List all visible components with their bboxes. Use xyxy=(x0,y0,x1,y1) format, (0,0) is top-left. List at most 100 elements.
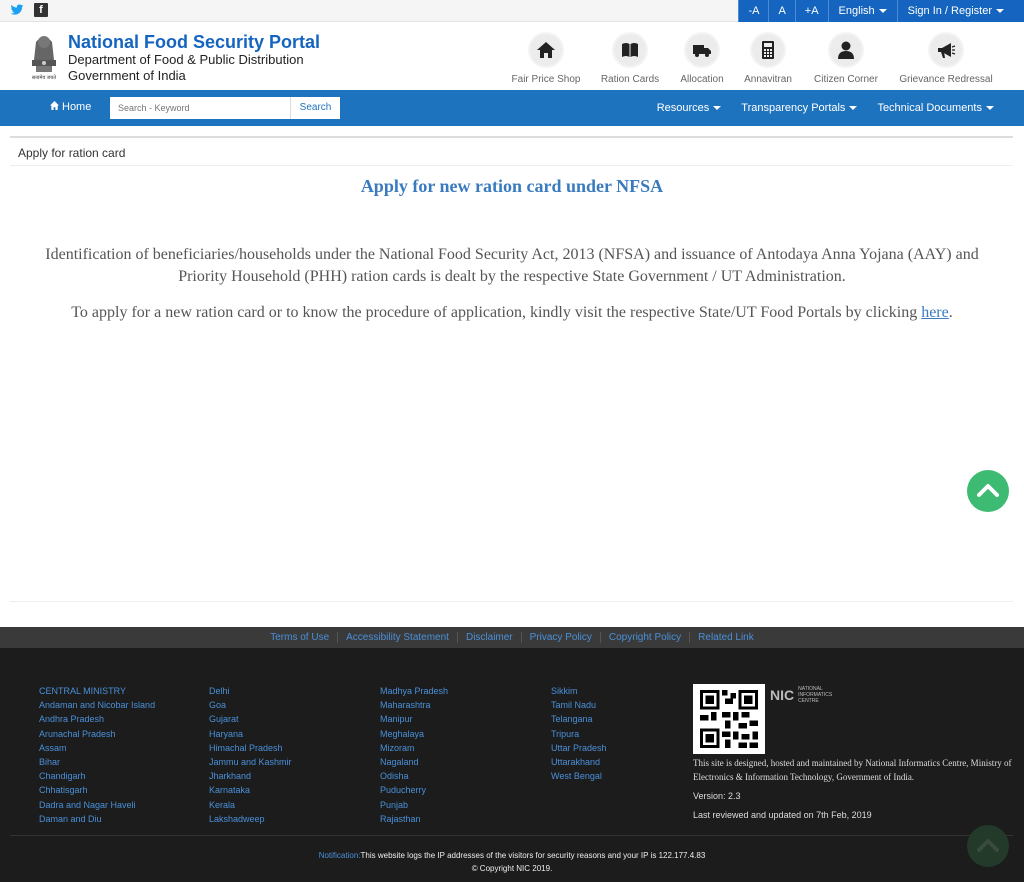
font-increase-button[interactable]: +A xyxy=(794,0,828,22)
state-link[interactable]: Tripura xyxy=(551,727,607,741)
ration-cards-link[interactable]: Ration Cards xyxy=(600,32,660,85)
state-link[interactable]: Nagaland xyxy=(380,755,448,769)
brand[interactable]: National Food Security Portal Department… xyxy=(68,32,320,84)
apply-text: To apply for a new ration card or to kno… xyxy=(71,304,918,321)
scroll-top-button[interactable] xyxy=(967,470,1009,512)
transparency-portals-menu[interactable]: Transparency Portals xyxy=(741,102,858,114)
breadcrumb: Apply for ration card xyxy=(10,140,1013,166)
fair-price-shop-link[interactable]: Fair Price Shop xyxy=(511,32,581,85)
state-link[interactable]: Daman and Diu xyxy=(39,812,155,826)
designed-by-text: This site is designed, hosted and mainta… xyxy=(693,758,1012,782)
state-link[interactable]: Rajasthan xyxy=(380,812,448,826)
signin-dropdown[interactable]: Sign In / Register xyxy=(896,0,1024,22)
grievance-redressal-label: Grievance Redressal xyxy=(899,74,993,85)
state-link[interactable]: Gujarat xyxy=(209,712,292,726)
state-link[interactable]: Punjab xyxy=(380,798,448,812)
ration-cards-label: Ration Cards xyxy=(600,74,660,85)
copyright-link[interactable]: Copyright Policy xyxy=(601,632,691,643)
resources-menu[interactable]: Resources xyxy=(657,102,722,114)
accessibility-link[interactable]: Accessibility Statement xyxy=(338,632,458,643)
state-link[interactable]: Maharashtra xyxy=(380,698,448,712)
divider xyxy=(10,835,1013,836)
top-strip: f -A A +A English Sign In / Register xyxy=(0,0,1024,22)
state-link[interactable]: Andaman and Nicobar Island xyxy=(39,698,155,712)
signin-label: Sign In / Register xyxy=(907,5,992,17)
state-link[interactable]: Telangana xyxy=(551,712,607,726)
state-link[interactable]: Meghalaya xyxy=(380,727,448,741)
state-links-col2: Delhi Goa Gujarat Haryana Himachal Prade… xyxy=(209,684,292,826)
state-link[interactable]: Karnataka xyxy=(209,783,292,797)
state-link[interactable]: Puducherry xyxy=(380,783,448,797)
facebook-icon[interactable]: f xyxy=(34,3,48,17)
search-input[interactable] xyxy=(110,97,290,119)
allocation-link[interactable]: Allocation xyxy=(672,32,732,85)
user-icon xyxy=(838,41,854,59)
notification-label: Notification: xyxy=(318,851,361,860)
state-link[interactable]: Dadra and Nagar Haveli xyxy=(39,798,155,812)
book-icon xyxy=(622,43,638,57)
description-paragraph: Identification of beneficiaries/househol… xyxy=(45,246,979,285)
state-portals-link[interactable]: here xyxy=(921,304,949,321)
page-title: Apply for new ration card under NFSA xyxy=(360,176,664,196)
divider xyxy=(10,136,1013,138)
state-link[interactable]: Manipur xyxy=(380,712,448,726)
state-link[interactable]: Goa xyxy=(209,698,292,712)
font-normal-button[interactable]: A xyxy=(768,0,795,22)
state-link[interactable]: Lakshadweep xyxy=(209,812,292,826)
state-link[interactable]: Chhatisgarh xyxy=(39,783,155,797)
technical-documents-menu[interactable]: Technical Documents xyxy=(877,102,994,114)
state-link[interactable]: Madhya Pradesh xyxy=(380,684,448,698)
state-link[interactable]: Andhra Pradesh xyxy=(39,712,155,726)
privacy-link[interactable]: Privacy Policy xyxy=(522,632,601,643)
chevron-up-icon xyxy=(977,484,999,497)
state-link[interactable]: Assam xyxy=(39,741,155,755)
state-link[interactable]: Uttarakhand xyxy=(551,755,607,769)
disclaimer-link[interactable]: Disclaimer xyxy=(458,632,522,643)
qr-code xyxy=(693,684,765,754)
state-link[interactable]: Jharkhand xyxy=(209,769,292,783)
state-link[interactable]: West Bengal xyxy=(551,769,607,783)
state-link[interactable]: Bihar xyxy=(39,755,155,769)
notification-text: This website logs the IP addresses of th… xyxy=(360,851,706,860)
citizen-corner-link[interactable]: Citizen Corner xyxy=(806,32,886,85)
period: . xyxy=(948,304,953,321)
state-link[interactable]: Sikkim xyxy=(551,684,607,698)
nic-mark: NIC xyxy=(770,687,795,703)
search-button[interactable]: Search xyxy=(290,97,340,119)
state-link[interactable]: Uttar Pradesh xyxy=(551,741,607,755)
house-icon xyxy=(537,42,555,58)
scroll-top-button[interactable] xyxy=(967,825,1009,867)
state-link[interactable]: Arunachal Pradesh xyxy=(39,727,155,741)
state-link[interactable]: Kerala xyxy=(209,798,292,812)
emblem-icon[interactable]: सत्यमेव जयते xyxy=(26,28,62,84)
megaphone-icon xyxy=(938,43,956,58)
state-link[interactable]: Chandigarh xyxy=(39,769,155,783)
state-link[interactable]: Haryana xyxy=(209,727,292,741)
navbar: Home Search Resources Transparency Porta… xyxy=(0,90,1024,126)
last-updated-text: Last reviewed and updated on 7th Feb, 20… xyxy=(693,810,872,820)
government-name: Government of India xyxy=(68,68,186,83)
state-link[interactable]: Jammu and Kashmir xyxy=(209,755,292,769)
state-links-col4: Sikkim Tamil Nadu Telangana Tripura Utta… xyxy=(551,684,607,783)
state-links-col3: Madhya Pradesh Maharashtra Manipur Megha… xyxy=(380,684,448,826)
grievance-redressal-link[interactable]: Grievance Redressal xyxy=(896,32,996,85)
language-dropdown[interactable]: English xyxy=(827,0,897,22)
state-links-col1: CENTRAL MINISTRY Andaman and Nicobar Isl… xyxy=(39,684,155,826)
state-link[interactable]: Mizoram xyxy=(380,741,448,755)
font-decrease-button[interactable]: -A xyxy=(738,0,769,22)
state-link[interactable]: CENTRAL MINISTRY xyxy=(39,684,155,698)
terms-link[interactable]: Terms of Use xyxy=(262,632,339,643)
twitter-icon[interactable] xyxy=(10,3,24,17)
annavitran-label: Annavitran xyxy=(744,74,792,85)
header: सत्यमेव जयते National Food Security Port… xyxy=(0,22,1024,90)
footer: CENTRAL MINISTRY Andaman and Nicobar Isl… xyxy=(0,648,1024,882)
related-link[interactable]: Related Link xyxy=(690,632,762,643)
divider xyxy=(10,601,1013,602)
state-link[interactable]: Himachal Pradesh xyxy=(209,741,292,755)
state-link[interactable]: Tamil Nadu xyxy=(551,698,607,712)
state-link[interactable]: Odisha xyxy=(380,769,448,783)
state-link[interactable]: Delhi xyxy=(209,684,292,698)
emblem-motto: सत्यमेव जयते xyxy=(31,75,57,81)
annavitran-link[interactable]: Annavitran xyxy=(738,32,798,85)
home-link[interactable]: Home xyxy=(50,101,91,113)
